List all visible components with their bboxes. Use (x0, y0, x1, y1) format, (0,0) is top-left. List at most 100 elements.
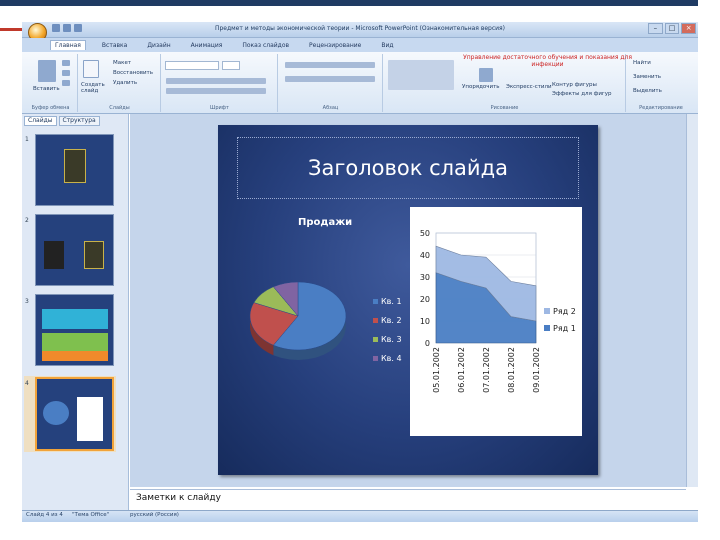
redo-icon[interactable] (74, 24, 82, 32)
right-page-margin (698, 0, 720, 540)
slides-pane-tabs: Слайды Структура (24, 116, 124, 126)
save-icon[interactable] (52, 24, 60, 32)
arrange-button[interactable]: Упорядочить (462, 84, 500, 90)
shape-effects-button[interactable]: Эффекты для фигур (552, 91, 612, 97)
y-tick-label: 0 (425, 339, 430, 348)
maximize-button[interactable]: □ (664, 23, 680, 34)
slide-thumbnail-3[interactable] (35, 294, 114, 366)
tab-view[interactable]: Вид (377, 41, 397, 50)
minimize-button[interactable]: – (648, 23, 663, 34)
legend-label: Ряд 1 (553, 324, 576, 333)
arrange-icon[interactable] (479, 68, 493, 82)
slide-thumbnail-2[interactable] (35, 214, 114, 286)
undo-icon[interactable] (63, 24, 71, 32)
pie-chart[interactable]: Продажи Кв. 1 Кв. 2 Кв. 3 Кв. 4 (240, 210, 410, 385)
top-decoration-band (0, 0, 720, 6)
delete-button[interactable]: Удалить (113, 80, 137, 86)
list-icons[interactable] (285, 62, 375, 68)
pie-title: Продажи (298, 217, 352, 228)
paragraph-group-label: Абзац (322, 105, 339, 111)
text-box (42, 333, 108, 351)
layout-button[interactable]: Макет (113, 60, 131, 66)
thumbnail-number: 3 (25, 298, 29, 305)
legend-label: Кв. 4 (381, 354, 402, 363)
status-language: русский (Россия) (130, 512, 179, 518)
thumbnail-number: 4 (25, 380, 29, 387)
y-tick-label: 50 (420, 229, 430, 238)
y-tick-label: 40 (420, 251, 430, 260)
paste-icon[interactable] (38, 60, 56, 82)
x-tick-label: 09.01.2002 (532, 347, 541, 393)
format-painter-icon[interactable] (62, 80, 70, 86)
book-image (84, 241, 104, 269)
paste-button[interactable]: Вставить (33, 86, 60, 92)
legend-swatch (544, 325, 550, 331)
tab-slideshow[interactable]: Показ слайдов (238, 41, 293, 50)
clipboard-group: Вставить Буфер обмена (24, 54, 78, 112)
tab-slides[interactable]: Слайды (24, 116, 57, 126)
close-button[interactable]: × (681, 23, 697, 34)
editing-group-label: Редактирование (639, 105, 683, 111)
status-slide-count: Слайд 4 из 4 (26, 512, 63, 518)
paragraph-group: Абзац (279, 54, 383, 112)
area-chart: 0 10 20 30 40 50 05.01.2002 06.01.2002 07.01.200… (420, 229, 576, 393)
tab-design[interactable]: Дизайн (143, 41, 174, 50)
text-box (42, 351, 108, 361)
slides-group: Создать слайд Макет Восстановить Удалить… (79, 54, 161, 112)
vertical-scrollbar[interactable] (686, 114, 698, 487)
y-tick-label: 30 (420, 273, 430, 282)
legend-swatch (373, 337, 378, 342)
slides-group-label: Слайды (109, 105, 130, 111)
book-image (64, 149, 86, 183)
align-icons[interactable] (285, 76, 375, 82)
drawing-group-label: Рисование (490, 105, 519, 111)
legend-swatch (373, 299, 378, 304)
font-format-icons[interactable] (166, 78, 266, 84)
title-bar: Предмет и методы экономической теории - … (22, 22, 698, 38)
quick-styles-button[interactable]: Экспресс-стили (506, 84, 552, 90)
pie-thumbnail (43, 401, 69, 425)
font-style-icons[interactable] (166, 88, 266, 94)
chart-thumbnail (77, 397, 103, 441)
create-slide-button[interactable]: Создать слайд (81, 82, 107, 94)
quick-access-toolbar (52, 24, 112, 34)
notes-text[interactable]: Заметки к слайду (136, 493, 221, 503)
accent-line (0, 28, 24, 31)
tab-insert[interactable]: Вставка (98, 41, 131, 50)
font-name-input[interactable] (165, 61, 219, 70)
slide-thumbnail-4[interactable] (35, 377, 114, 451)
x-tick-label: 07.01.2002 (482, 347, 491, 393)
slide-thumbnail-1[interactable] (35, 134, 114, 206)
tab-animation[interactable]: Анимация (187, 41, 227, 50)
tab-outline[interactable]: Структура (58, 116, 100, 126)
area-chart-box[interactable]: 0 10 20 30 40 50 05.01.2002 06.01.2002 07.01.200… (410, 207, 582, 436)
replace-button[interactable]: Заменить (633, 74, 661, 80)
copy-icon[interactable] (62, 70, 70, 76)
cut-icon[interactable] (62, 60, 70, 66)
y-tick-label: 10 (420, 317, 430, 326)
tab-review[interactable]: Рецензирование (305, 41, 365, 50)
shapes-gallery-icon[interactable] (388, 60, 454, 90)
x-tick-label: 08.01.2002 (507, 347, 516, 393)
select-button[interactable]: Выделить (633, 88, 662, 94)
legend-label: Кв. 3 (381, 335, 402, 344)
font-group-label: Шрифт (210, 105, 229, 111)
status-theme: "Тема Office" (72, 512, 110, 518)
portrait-image (44, 241, 64, 269)
legend-label: Кв. 2 (381, 316, 402, 325)
thumbnail-number: 1 (25, 136, 29, 143)
legend-swatch (544, 308, 550, 314)
legend-swatch (373, 356, 378, 361)
window-title: Предмет и методы экономической теории - … (214, 25, 506, 32)
drawing-tooltip: Управление достаточного обучения и показ… (463, 54, 632, 68)
y-tick-label: 20 (420, 295, 430, 304)
ribbon-tabs: Главная Вставка Дизайн Анимация Показ сл… (22, 38, 698, 52)
shape-outline-button[interactable]: Контур фигуры (552, 82, 597, 88)
x-tick-label: 05.01.2002 (432, 347, 441, 393)
legend-swatch (373, 318, 378, 323)
slide-title[interactable]: Заголовок слайда (237, 156, 579, 180)
restore-button[interactable]: Восстановить (113, 70, 153, 76)
new-slide-icon[interactable] (83, 60, 99, 78)
font-size-input[interactable] (222, 61, 240, 70)
tab-home[interactable]: Главная (50, 40, 86, 50)
